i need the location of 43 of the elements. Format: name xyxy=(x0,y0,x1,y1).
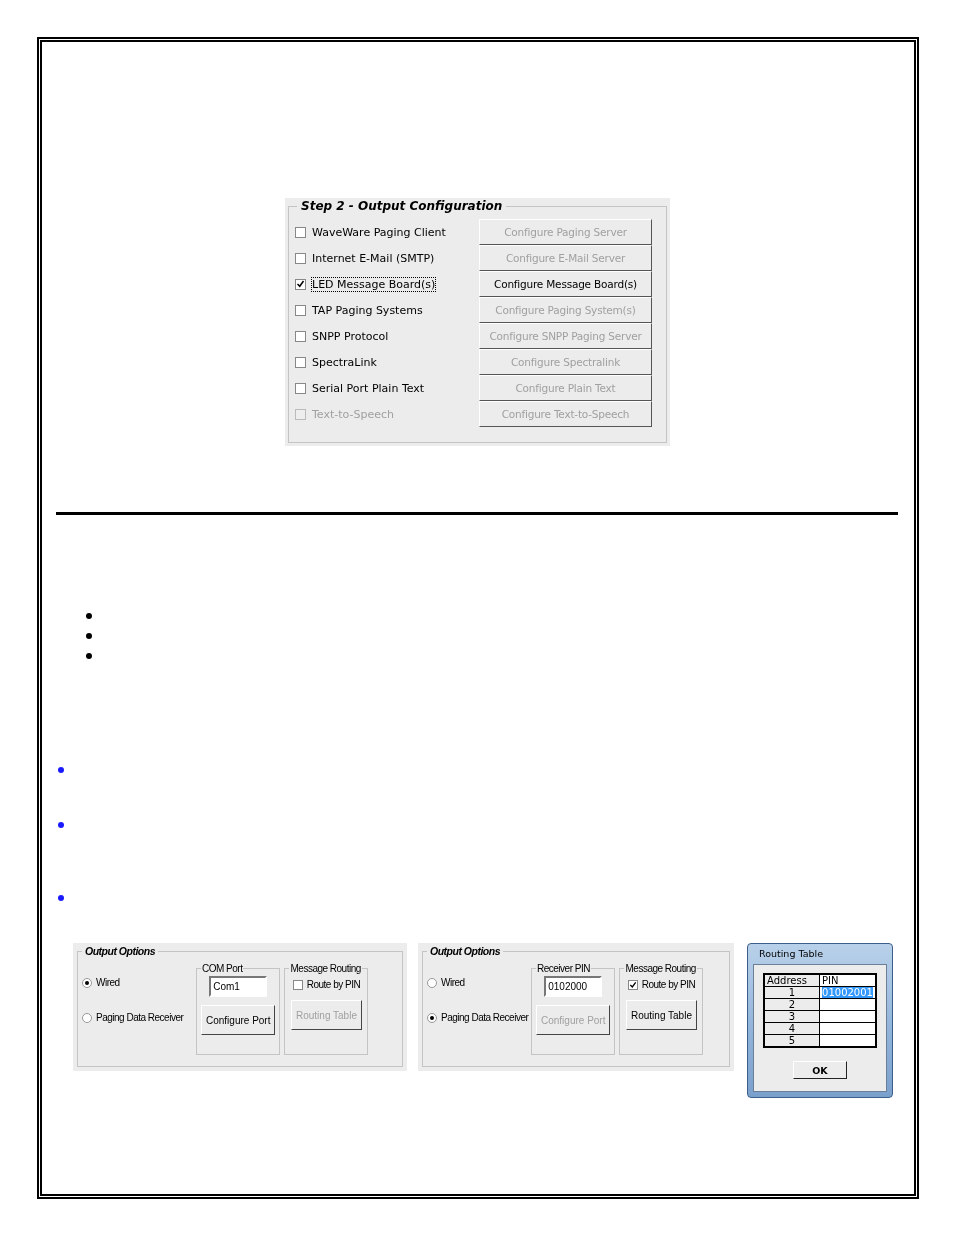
routing-table-button[interactable]: Routing Table xyxy=(626,1000,697,1030)
checkbox-label: SNPP Protocol xyxy=(312,329,389,343)
radio-label: Wired xyxy=(441,977,465,988)
checkbox-label: Route by PIN xyxy=(306,979,361,990)
radio-button[interactable] xyxy=(427,977,437,988)
checkbox-label: Serial Port Plain Text xyxy=(312,381,425,395)
radio-button[interactable] xyxy=(82,1012,92,1023)
checkbox[interactable] xyxy=(295,304,306,316)
checkbox-label: Route by PIN xyxy=(641,979,696,990)
checkbox[interactable] xyxy=(627,979,638,990)
checkbox-label: SpectraLink xyxy=(312,355,377,369)
configure-button[interactable]: Configure Message Board(s) xyxy=(479,271,652,297)
group-title: Step 2 - Output Configuration xyxy=(300,199,504,213)
checkbox[interactable] xyxy=(295,278,306,290)
group-title: Message Routing xyxy=(624,963,697,974)
radio-button[interactable] xyxy=(82,977,92,988)
column-header: Address xyxy=(764,974,820,987)
group-title: Output Options xyxy=(429,945,501,957)
radio-button[interactable] xyxy=(427,1012,437,1023)
checkbox[interactable] xyxy=(295,356,306,368)
configure-port-button[interactable]: Configure Port xyxy=(201,1005,276,1035)
group-title: Output Options xyxy=(84,945,156,957)
radio-label: Paging Data Receiver xyxy=(96,1012,184,1023)
checkbox-label: WaveWare Paging Client xyxy=(312,225,446,239)
checkbox[interactable] xyxy=(295,330,306,342)
checkbox[interactable] xyxy=(295,252,306,264)
checkbox-label: Internet E-Mail (SMTP) xyxy=(312,251,435,265)
input-field[interactable]: 0102000 xyxy=(544,976,603,997)
group-title: COM Port xyxy=(201,963,244,974)
group-title: Receiver PIN xyxy=(536,963,591,974)
ok-button[interactable]: OK xyxy=(793,1061,847,1079)
dialog-title: Routing Table xyxy=(758,947,824,961)
input-field[interactable]: Com1 xyxy=(209,976,268,997)
checkbox[interactable] xyxy=(295,382,306,394)
checkbox-label: Text-to-Speech xyxy=(312,407,394,421)
checkbox[interactable] xyxy=(295,226,306,238)
checkbox[interactable] xyxy=(292,979,303,990)
radio-label: Wired xyxy=(96,977,120,988)
group-title: Message Routing xyxy=(289,963,362,974)
column-header: PIN xyxy=(819,974,876,987)
checkbox-label: TAP Paging Systems xyxy=(312,303,423,317)
radio-label: Paging Data Receiver xyxy=(441,1012,529,1023)
checkbox-label: LED Message Board(s) xyxy=(312,277,436,291)
